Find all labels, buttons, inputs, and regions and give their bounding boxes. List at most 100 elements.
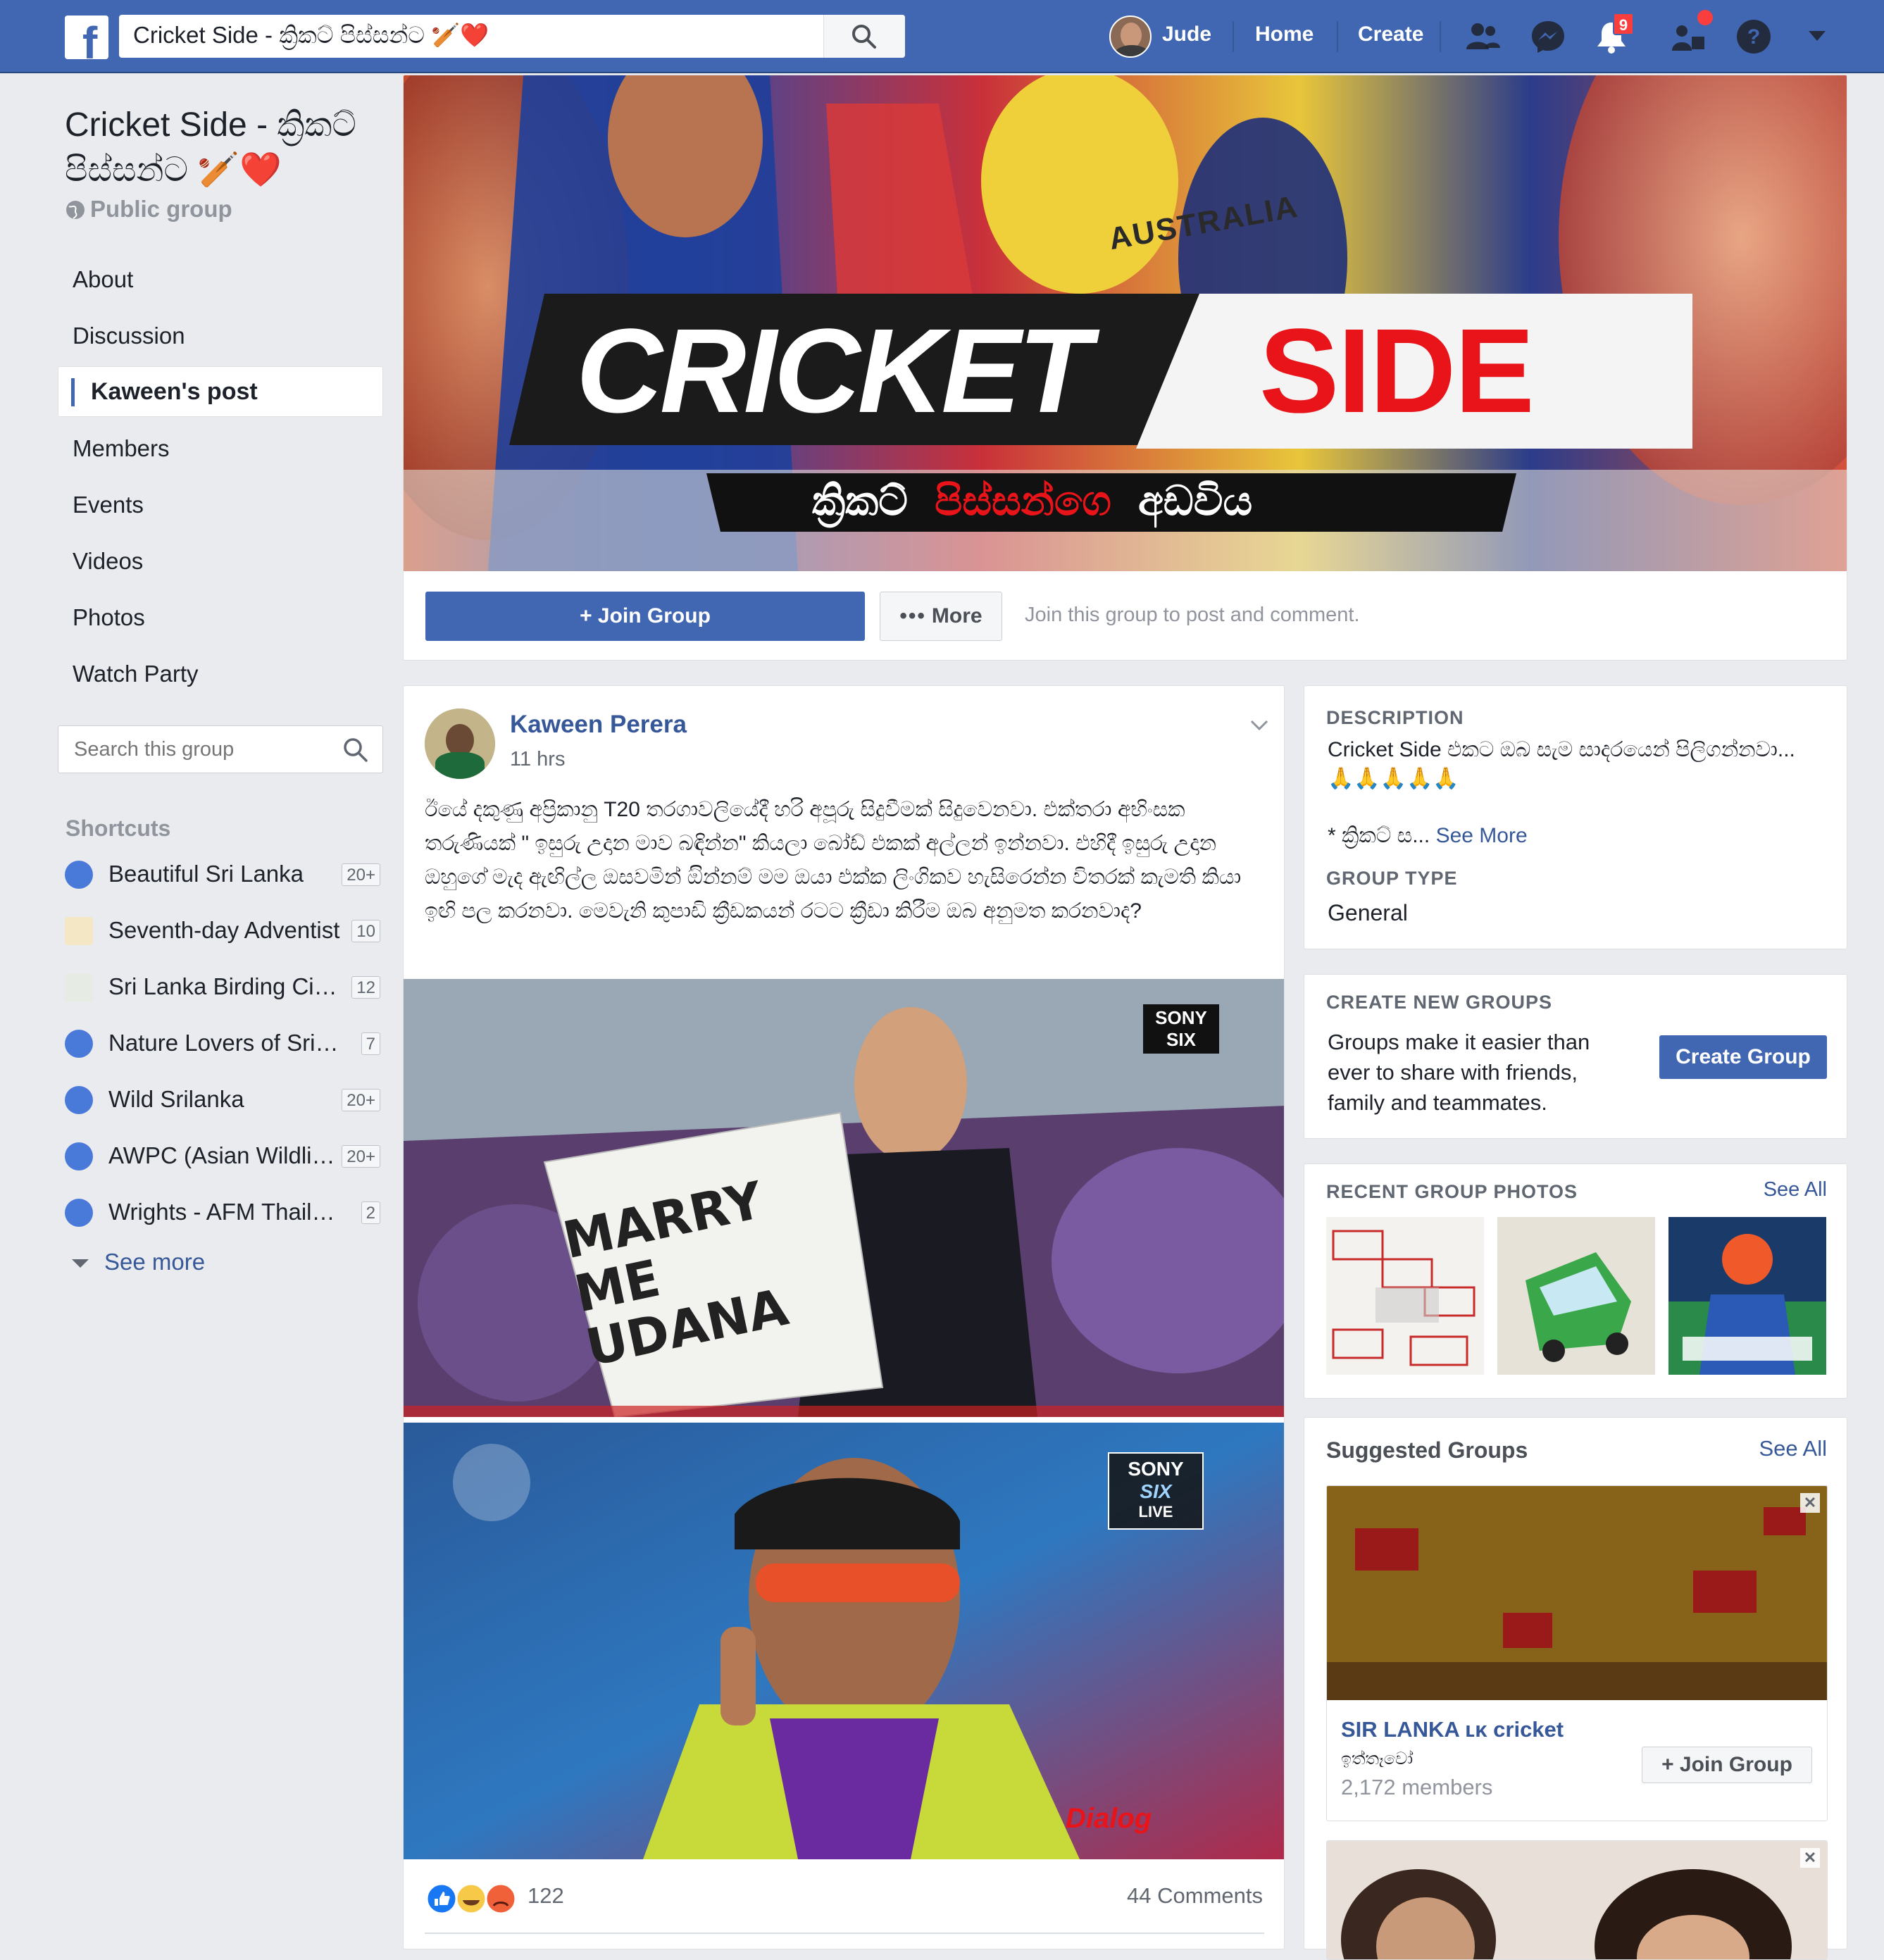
leftnav-videos[interactable]: Videos: [73, 548, 143, 575]
create-groups-heading: CREATE NEW GROUPS: [1326, 992, 1553, 1013]
leftnav-members[interactable]: Members: [73, 435, 170, 462]
suggested-groups-see-all[interactable]: See All: [1759, 1436, 1827, 1461]
dialog-sponsor-logo: Dialog: [1066, 1803, 1152, 1834]
shortcut-count-badge: 20+: [342, 863, 380, 886]
shortcut-label: Sri Lanka Birding Circle: [108, 973, 341, 999]
shortcut-item[interactable]: Wild Srilanka 20+: [65, 1080, 380, 1120]
suggested-groups-card: Suggested Groups See All ✕ SIR LANKA ʟᴋ …: [1304, 1417, 1847, 1960]
shortcut-label: Nature Lovers of Sri Lanka: [108, 1030, 341, 1056]
post-author-avatar[interactable]: [425, 709, 495, 779]
leftnav-discussion[interactable]: Discussion: [73, 323, 185, 349]
leftnav-watch-party[interactable]: Watch Party: [73, 661, 199, 687]
description-see-more-link[interactable]: See More: [1436, 824, 1528, 847]
shortcut-item[interactable]: Sri Lanka Birding Circle 12: [65, 968, 380, 1007]
adventist-logo-icon: [65, 917, 93, 945]
more-button[interactable]: ••• More: [880, 592, 1002, 641]
group-search-field[interactable]: [58, 725, 383, 773]
suggested-group-name[interactable]: SIR LANKA ʟᴋ cricket: [1341, 1717, 1564, 1742]
recent-photos-see-all[interactable]: See All: [1764, 1178, 1827, 1201]
logo-line: SIX: [1140, 1480, 1172, 1502]
tuktuk-thumbnail: [1497, 1217, 1655, 1375]
shortcut-item[interactable]: Seventh-day Adventist 10: [65, 911, 380, 951]
post-author-name[interactable]: Kaween Perera: [510, 711, 687, 739]
cover-subtitle-part: පිස්සන්ගෙ: [935, 477, 1111, 525]
leftnav-about[interactable]: About: [73, 266, 133, 293]
top-navigation-bar: f Cricket Side - ක්‍රිකට් පිස්සන්ට 🏏❤️ J…: [0, 0, 1884, 73]
recent-photo-thumbnail[interactable]: [1668, 1217, 1826, 1375]
group-icon: [65, 1199, 93, 1227]
suggested-group-subtitle: ඉත්තෑවෝ: [1341, 1749, 1414, 1768]
shortcut-label: AWPC (Asian Wildlife Photographers): [108, 1142, 341, 1168]
group-icon: [65, 1086, 93, 1114]
global-search-field[interactable]: Cricket Side - ක්‍රිකට් පිස්සන්ට 🏏❤️: [119, 15, 905, 58]
group-type-heading: GROUP TYPE: [1326, 868, 1458, 889]
cover-title-cricket: CRICKET: [576, 304, 1092, 438]
messenger-icon[interactable]: [1528, 17, 1568, 56]
group-cover-card: CRICKET SIDE ක්‍රිකට් පිස්සන්ගෙ අඩවිය AU…: [403, 75, 1847, 661]
post-body-text: ඊයේ දකුණු අප්‍රිකානු T20 තරගාවලියේදී හරි…: [425, 798, 1242, 923]
help-icon[interactable]: ?: [1734, 17, 1773, 56]
tournament-logo: [453, 1444, 530, 1521]
match-bracket-thumbnail: [1326, 1217, 1484, 1375]
post-options-chevron-icon[interactable]: [1249, 714, 1270, 735]
leftnav-active-label: Kaween's post: [91, 378, 258, 405]
active-indicator: [71, 378, 75, 406]
leftnav-kaweens-post[interactable]: Kaween's post: [58, 366, 383, 417]
group-icon: [65, 861, 93, 889]
profile-link[interactable]: Jude: [1162, 23, 1211, 46]
home-link[interactable]: Home: [1255, 23, 1314, 46]
account-menu-caret-icon[interactable]: [1807, 28, 1827, 44]
dismiss-close-icon[interactable]: ✕: [1800, 1848, 1820, 1868]
facebook-logo-icon[interactable]: f: [65, 15, 108, 68]
suggested-group-item[interactable]: ✕ SIR LANKA ʟᴋ cricket ඉත්තෑවෝ 2,172 mem…: [1326, 1485, 1828, 1821]
reaction-summary[interactable]: [425, 1882, 523, 1916]
recent-photos-heading: RECENT GROUP PHOTOS: [1326, 1181, 1578, 1202]
shortcut-item[interactable]: Wrights - AFM Thailand 2: [65, 1193, 380, 1232]
create-groups-text: Groups make it easier than ever to share…: [1328, 1030, 1590, 1115]
reaction-icons: [425, 1883, 517, 1915]
shortcut-item[interactable]: Nature Lovers of Sri Lanka 7: [65, 1024, 380, 1063]
search-button[interactable]: [823, 15, 905, 58]
cover-photo[interactable]: CRICKET SIDE ක්‍රිකට් පිස්සන්ගෙ අඩවිය AU…: [404, 75, 1847, 571]
leftnav-photos[interactable]: Photos: [73, 604, 145, 631]
suggested-join-group-button[interactable]: + Join Group: [1642, 1747, 1812, 1783]
group-search-input[interactable]: [73, 736, 326, 763]
group-cover-image: [1327, 1841, 1827, 1959]
description-text: Cricket Side එකට ඔබ සැම සාදරයෙන් පිලිගන්…: [1328, 738, 1795, 761]
create-link[interactable]: Create: [1358, 23, 1423, 46]
cover-subtitle: ක්‍රිකට් පිස්සන්ගෙ අඩවිය: [812, 477, 1252, 525]
shortcut-count-badge: 20+: [342, 1145, 380, 1168]
shortcut-item[interactable]: Beautiful Sri Lanka 20+: [65, 855, 380, 894]
shortcuts-see-more[interactable]: See more: [65, 1249, 205, 1275]
comment-count-link[interactable]: 44 Comments: [1127, 1883, 1263, 1909]
recent-photo-thumbnail[interactable]: [1326, 1217, 1484, 1375]
cover-subtitle-part: ක්‍රිකට්: [812, 477, 908, 525]
create-group-button[interactable]: Create Group: [1659, 1035, 1827, 1079]
recent-photo-thumbnail[interactable]: [1497, 1217, 1655, 1375]
friend-requests-icon[interactable]: [1464, 17, 1503, 56]
description-snippet: * ක්‍රිකට් ස... See More: [1328, 824, 1528, 848]
suggested-group-item[interactable]: ✕: [1326, 1840, 1828, 1960]
reaction-count[interactable]: 122: [528, 1883, 564, 1909]
post-timestamp[interactable]: 11 hrs: [510, 748, 565, 771]
global-search-input[interactable]: Cricket Side - ක්‍රිකට් පිස්සන්ට 🏏❤️: [133, 22, 489, 49]
post-photo[interactable]: SONY SIX LIVE Dialog: [404, 1423, 1284, 1859]
leftnav-events[interactable]: Events: [73, 492, 144, 518]
dismiss-close-icon[interactable]: ✕: [1800, 1493, 1820, 1513]
search-icon[interactable]: [342, 736, 370, 764]
nav-divider: [1337, 21, 1338, 52]
group-title[interactable]: Cricket Side - ක්‍රිකට් පිස්සන්ට 🏏❤️: [65, 103, 389, 193]
sony-six-live-logo: SONY SIX LIVE: [1108, 1452, 1204, 1530]
group-privacy-text: Public group: [90, 196, 232, 222]
suggested-group-members: 2,172 members: [1341, 1775, 1493, 1799]
shortcut-item[interactable]: AWPC (Asian Wildlife Photographers) 20+: [65, 1137, 380, 1176]
profile-avatar[interactable]: [1109, 15, 1152, 58]
shortcut-label: Wrights - AFM Thailand: [108, 1199, 341, 1225]
join-group-button[interactable]: + Join Group: [425, 592, 865, 641]
post-photo[interactable]: MARRY ME UDANA SONY SIX: [404, 979, 1284, 1417]
svg-text:?: ?: [1747, 25, 1760, 49]
notification-badge: 9: [1613, 13, 1634, 35]
shortcut-label: Wild Srilanka: [108, 1086, 244, 1112]
group-privacy-label: Public group: [65, 196, 232, 223]
post-divider: [425, 1933, 1264, 1934]
